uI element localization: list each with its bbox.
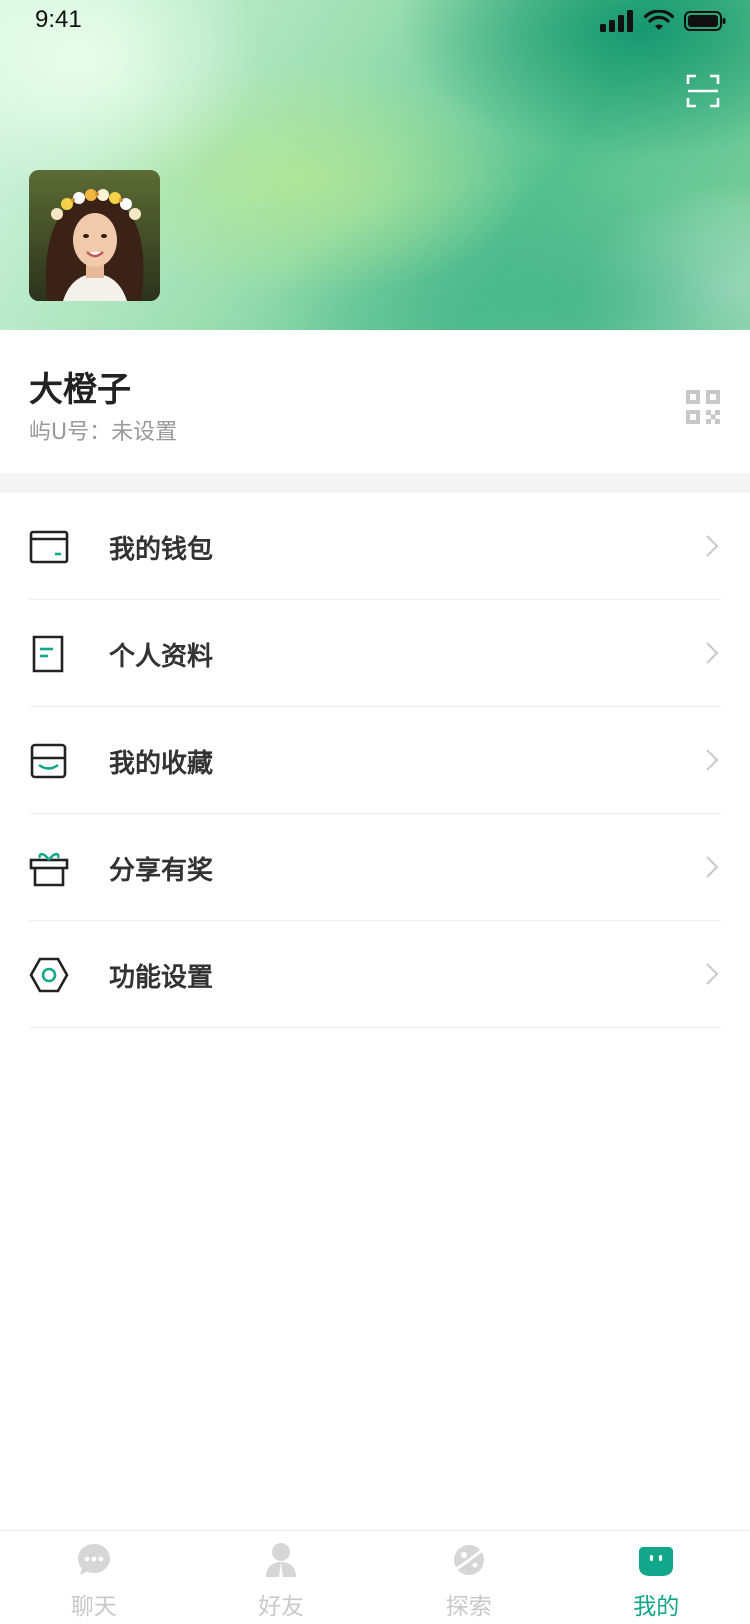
avatar[interactable] bbox=[29, 170, 160, 301]
status-bar: 9:41 bbox=[0, 0, 750, 44]
chevron-right-icon bbox=[706, 642, 719, 664]
chat-bubble-icon bbox=[77, 1544, 110, 1575]
menu-list: 我的钱包 个人资料 我的收藏 分享有奖 功能设置 bbox=[0, 493, 750, 1028]
signal-icon bbox=[600, 10, 633, 32]
profile-name: 大橙子 bbox=[29, 370, 131, 410]
avatar-portrait bbox=[29, 170, 160, 301]
tab-friends[interactable]: 好友 bbox=[188, 1531, 376, 1624]
profile-info[interactable]: 大橙子 屿U号：未设置 bbox=[0, 330, 750, 473]
battery-icon bbox=[684, 11, 726, 31]
wifi-icon bbox=[644, 10, 674, 30]
chevron-right-icon bbox=[706, 963, 719, 985]
chevron-right-icon bbox=[706, 749, 719, 771]
menu-label: 我的收藏 bbox=[109, 749, 214, 779]
profile-id: 屿U号：未设置 bbox=[29, 420, 178, 445]
face-icon bbox=[639, 1547, 674, 1576]
menu-label: 我的钱包 bbox=[109, 535, 214, 565]
tab-label: 好友 bbox=[258, 1594, 305, 1620]
wallet-icon bbox=[29, 530, 69, 564]
chevron-right-icon bbox=[706, 535, 719, 557]
status-icons bbox=[600, 10, 726, 32]
menu-label: 个人资料 bbox=[109, 642, 214, 672]
status-time: 9:41 bbox=[35, 6, 82, 33]
divider bbox=[29, 1027, 721, 1028]
menu-label: 功能设置 bbox=[109, 963, 214, 993]
qr-code-icon[interactable] bbox=[686, 390, 720, 424]
settings-hexagon-icon bbox=[29, 957, 69, 993]
document-icon bbox=[32, 635, 64, 673]
menu-item-wallet[interactable]: 我的钱包 bbox=[0, 493, 750, 600]
tab-label: 探索 bbox=[445, 1594, 492, 1620]
section-separator bbox=[0, 473, 750, 493]
tab-label: 聊天 bbox=[70, 1594, 117, 1620]
planet-icon bbox=[451, 1545, 486, 1575]
menu-label: 分享有奖 bbox=[109, 856, 214, 886]
gift-icon bbox=[29, 852, 69, 887]
tab-label: 我的 bbox=[633, 1594, 680, 1620]
menu-item-favorites[interactable]: 我的收藏 bbox=[0, 707, 750, 814]
profile-banner: 9:41 bbox=[0, 0, 750, 330]
chevron-right-icon bbox=[706, 856, 719, 878]
tab-bar: 聊天 好友 探索 我的 bbox=[0, 1530, 750, 1624]
tab-me[interactable]: 我的 bbox=[563, 1531, 750, 1624]
tab-explore[interactable]: 探索 bbox=[375, 1531, 563, 1624]
menu-item-profile[interactable]: 个人资料 bbox=[0, 600, 750, 707]
scan-icon[interactable] bbox=[686, 74, 720, 108]
menu-item-settings[interactable]: 功能设置 bbox=[0, 921, 750, 1028]
inbox-icon bbox=[30, 743, 67, 779]
menu-item-share-rewards[interactable]: 分享有奖 bbox=[0, 814, 750, 921]
tab-chat[interactable]: 聊天 bbox=[0, 1531, 188, 1624]
person-icon bbox=[266, 1543, 297, 1577]
